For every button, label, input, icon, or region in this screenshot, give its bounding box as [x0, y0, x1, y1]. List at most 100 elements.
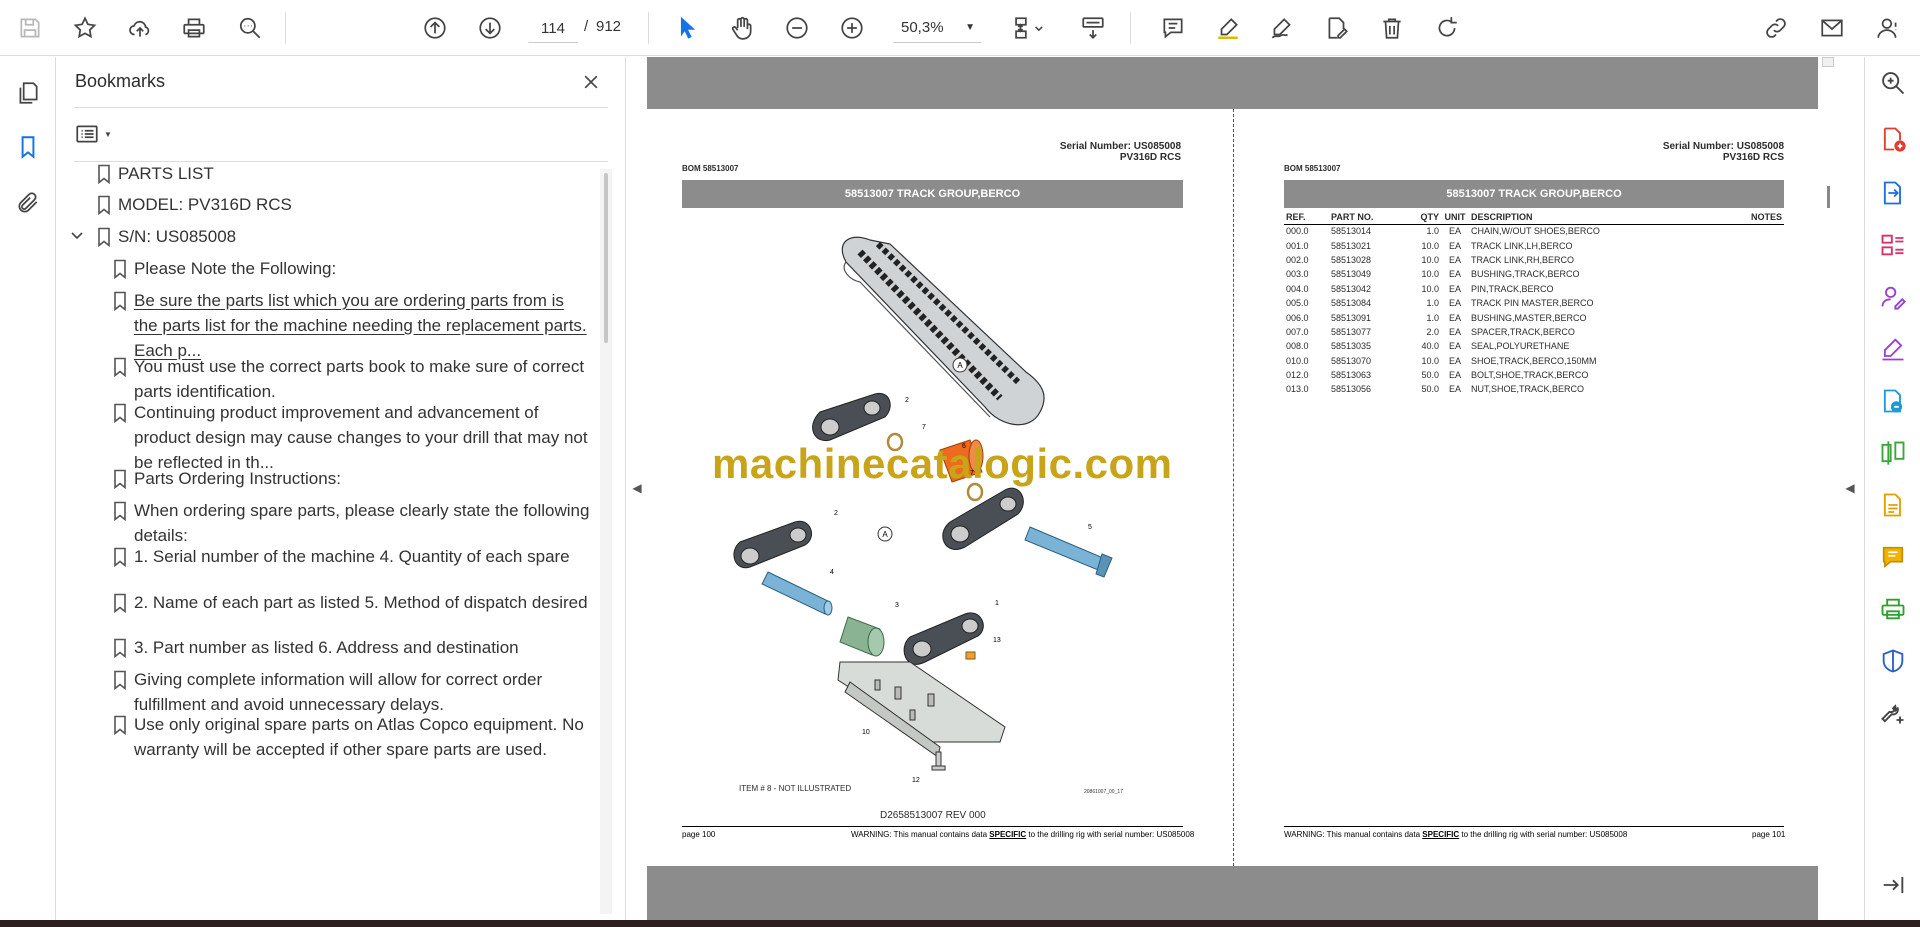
table-row: 002.0 58513028 10.0 EA TRACK LINK,RH,BERCO	[1284, 253, 1784, 267]
bookmark-label: 3. Part number as listed 6. Address and …	[134, 638, 519, 657]
right-page-warning: WARNING: This manual contains data SPECI…	[1284, 830, 1628, 839]
combine-files-icon[interactable]	[1875, 383, 1911, 419]
save-icon[interactable]	[12, 10, 48, 46]
organize-pages-icon[interactable]	[1875, 227, 1911, 263]
export-pdf-icon[interactable]	[1875, 175, 1911, 211]
zoom-value: 50,3%	[901, 19, 944, 36]
print-production-icon[interactable]	[1875, 591, 1911, 627]
email-icon[interactable]	[1814, 10, 1850, 46]
table-row: 004.0 58513042 10.0 EA PIN,TRACK,BERCO	[1284, 282, 1784, 296]
table-cell: 50.0	[1421, 370, 1439, 381]
zoom-out-icon[interactable]	[779, 10, 815, 46]
table-cell	[1744, 224, 1784, 238]
edit-pdf-icon[interactable]	[1319, 10, 1355, 46]
column-header: REF.	[1284, 210, 1329, 225]
bookmark-label: Continuing product improvement and advan…	[134, 403, 588, 472]
bookmark-icon	[112, 291, 128, 312]
comment-tool-icon[interactable]	[1875, 539, 1911, 575]
user-account-icon[interactable]	[1870, 10, 1906, 46]
callout-label: 1	[995, 600, 999, 607]
hand-tool-icon[interactable]	[724, 10, 760, 46]
table-cell: CHAIN,W/OUT SHOES,BERCO	[1471, 226, 1600, 237]
zoom-dropdown[interactable]: 50,3% ▼	[893, 13, 981, 43]
close-panel-button[interactable]	[576, 67, 606, 97]
attachments-icon[interactable]	[10, 185, 46, 221]
table-cell	[1744, 282, 1784, 296]
next-page-icon[interactable]	[472, 10, 508, 46]
compare-files-icon[interactable]	[1875, 435, 1911, 471]
protect-shield-icon[interactable]	[1875, 643, 1911, 679]
table-cell: 1.0	[1426, 312, 1439, 323]
highlight-pen-icon[interactable]	[1210, 10, 1246, 46]
page-number-input[interactable]	[528, 13, 578, 43]
table-cell: 58513014	[1331, 226, 1372, 237]
zoom-search-icon[interactable]	[1875, 65, 1911, 101]
bookmark-label: Please Note the Following:	[134, 259, 337, 278]
comment-icon[interactable]	[1155, 10, 1191, 46]
zoom-in-icon[interactable]	[834, 10, 870, 46]
table-cell: 50.0	[1421, 384, 1439, 395]
watermark: machinecatalogic.com	[712, 440, 1173, 487]
left-page-warning: WARNING: This manual contains data SPECI…	[851, 830, 1195, 839]
bookmark-label: Giving complete information will allow f…	[134, 670, 543, 714]
more-tools-icon[interactable]	[1875, 695, 1911, 731]
serial-number: Serial Number: US085008	[1059, 141, 1181, 152]
right-page-header: Serial Number: US085008 PV316D RCS	[1603, 141, 1784, 163]
bookmark-options-button[interactable]: ▼	[74, 119, 120, 149]
bookmarks-scrollbar-thumb[interactable]	[604, 173, 608, 343]
collapse-left-panel-button[interactable]: ◀	[627, 470, 647, 506]
left-navigation-rail	[0, 57, 56, 920]
table-cell: TRACK LINK,RH,BERCO	[1471, 254, 1575, 265]
table-cell	[1744, 339, 1784, 353]
delete-icon[interactable]	[1374, 10, 1410, 46]
bookmark-icon	[112, 670, 128, 691]
fill-sign-icon[interactable]	[1875, 331, 1911, 367]
table-cell: 2.0	[1426, 326, 1439, 337]
toolbar: / 912 50,3% ▼	[0, 0, 1920, 56]
fit-page-icon[interactable]	[1005, 10, 1051, 46]
not-illustrated-note: ITEM # 8 - NOT ILLUSTRATED	[739, 784, 852, 793]
callout-label: A	[957, 361, 963, 370]
table-row: 006.0 58513091 1.0 EA BUSHING,MASTER,BERCO	[1284, 310, 1784, 324]
request-signatures-icon[interactable]	[1875, 279, 1911, 315]
scrolling-mode-icon[interactable]	[1073, 10, 1113, 46]
sign-icon[interactable]	[1264, 10, 1300, 46]
right-tools-rail	[1864, 57, 1920, 920]
select-cursor-icon[interactable]	[669, 10, 705, 46]
upload-cloud-icon[interactable]	[122, 10, 158, 46]
previous-page-icon[interactable]	[417, 10, 453, 46]
chevron-right-icon: ◀	[1845, 481, 1855, 495]
drawing-file-ref: 20861007_00_17	[1084, 789, 1123, 795]
share-link-icon[interactable]	[1758, 10, 1794, 46]
table-cell: 10.0	[1421, 254, 1439, 265]
column-header: QTY	[1401, 210, 1441, 225]
page-thumbnails-icon[interactable]	[10, 75, 46, 111]
table-cell: 58513077	[1331, 326, 1372, 337]
print-icon[interactable]	[176, 10, 212, 46]
bookmark-icon	[96, 227, 112, 248]
table-row: 008.0 58513035 40.0 EA SEAL,POLYURETHANE	[1284, 339, 1784, 353]
bookmarks-panel: Bookmarks ▼ PARTS LIST MODEL: PV316D RCS S…	[56, 57, 626, 920]
document-scrollbar-arrow[interactable]	[1822, 57, 1834, 67]
find-zoom-icon[interactable]	[232, 10, 268, 46]
collapse-right-panel-button[interactable]: ◀	[1840, 470, 1860, 506]
table-cell: 006.0	[1286, 312, 1309, 323]
table-cell: 010.0	[1286, 355, 1309, 366]
right-page-number: page 101	[1752, 830, 1786, 839]
create-pdf-icon[interactable]	[1875, 121, 1911, 157]
bookmark-icon	[112, 469, 128, 490]
column-header: NOTES	[1744, 210, 1784, 225]
section-banner: 58513007 TRACK GROUP,BERCO	[682, 180, 1183, 208]
document-scrollbar-thumb[interactable]	[1827, 186, 1830, 208]
table-row: 003.0 58513049 10.0 EA BUSHING,TRACK,BERCO	[1284, 267, 1784, 281]
scan-ocr-icon[interactable]	[1875, 487, 1911, 523]
rotate-icon[interactable]	[1429, 10, 1465, 46]
table-cell	[1744, 238, 1784, 252]
chevron-down-icon[interactable]	[70, 224, 84, 256]
list-options-icon	[76, 125, 98, 143]
bookmarks-icon[interactable]	[10, 129, 46, 165]
star-icon[interactable]	[67, 10, 103, 46]
taskbar-edge	[0, 920, 1920, 927]
page-separator: /	[584, 18, 589, 35]
collapse-tools-pane-icon[interactable]	[1875, 867, 1911, 903]
